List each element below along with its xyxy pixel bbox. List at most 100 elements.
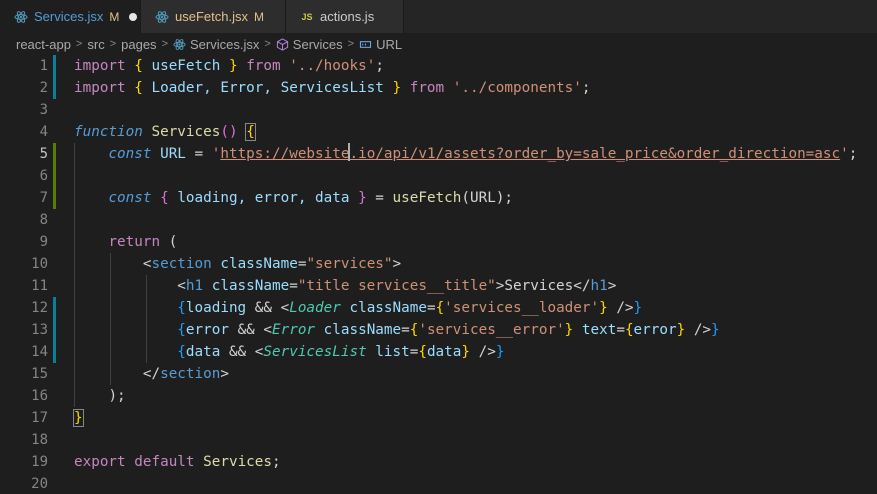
operator: = [289, 278, 298, 294]
breadcrumb-item-pages[interactable]: pages [121, 37, 156, 52]
line-number: 20 [31, 476, 48, 492]
git-modified-marker[interactable] [53, 297, 56, 363]
line-number: 12 [31, 300, 48, 316]
brace: } [711, 322, 720, 338]
tab-services-jsx[interactable]: Services.jsx M [0, 0, 141, 33]
breadcrumb-item-react-app[interactable]: react-app [16, 37, 71, 52]
line-number: 14 [31, 344, 48, 360]
modified-status: M [109, 9, 120, 24]
js-icon: JS [301, 11, 313, 22]
breadcrumb-item-file[interactable]: Services.jsx [190, 37, 259, 52]
angle-bracket: </ [573, 278, 591, 294]
jsx-component: ServicesList [263, 344, 367, 360]
operator: = [426, 300, 436, 316]
angle-bracket: </ [142, 366, 161, 382]
brace: { [177, 344, 186, 360]
keyword: export [74, 454, 126, 470]
brace: { [134, 80, 143, 96]
code-line-11: <h1 className="title services__title">Se… [74, 275, 616, 297]
breadcrumb-item-src[interactable]: src [87, 37, 104, 52]
code-line-13: {error && <Error className={'services__e… [74, 319, 720, 341]
react-icon [173, 38, 186, 51]
brace: } [676, 322, 686, 338]
code-line-17: } [73, 407, 84, 429]
jsx-attribute: className [220, 256, 298, 272]
tab-label: actions.js [320, 9, 375, 24]
code-line-16: ); [74, 385, 126, 407]
code-line-5: const URL = ' https://website.io/api/v1/a… [74, 143, 857, 165]
unsaved-dot-icon[interactable] [129, 12, 138, 21]
tab-usefetch-jsx[interactable]: useFetch.jsx M [141, 0, 286, 33]
brace: { [134, 58, 143, 74]
chevron-right-icon: > [161, 38, 168, 50]
angle-bracket: /> [693, 322, 712, 338]
brace: { [624, 322, 634, 338]
angle-bracket: > [220, 366, 229, 382]
jsx-component: Loader [289, 300, 341, 316]
jsx-component: Error [272, 322, 316, 338]
operator: = [375, 190, 384, 206]
breadcrumb-item-function[interactable]: Services [293, 37, 343, 52]
identifier: error [633, 322, 677, 338]
react-icon [14, 10, 28, 24]
punctuation: ; [581, 80, 591, 96]
brace: { [418, 344, 427, 360]
operator: = [194, 146, 204, 162]
code-line-19: export default Services; [74, 451, 281, 473]
code-editor[interactable]: 1 2 3 4 5 6 7 8 9 10 11 12 13 14 15 16 1… [0, 55, 877, 494]
code-line-15: </section> [74, 363, 229, 385]
keyword: function [74, 124, 143, 140]
tab-label: Services.jsx [34, 9, 104, 24]
modified-status: M [253, 9, 264, 24]
operator: && [228, 344, 247, 360]
vscode-window: Services.jsx M useFetch.jsx M JS actions… [0, 0, 877, 494]
code-line-12: {loading && <Loader className={'services… [74, 297, 642, 319]
punctuation: ); [108, 388, 126, 404]
identifier: error [185, 322, 229, 338]
brace: { [177, 322, 186, 338]
tab-actions-js[interactable]: JS actions.js [286, 0, 404, 33]
operator: = [616, 322, 625, 338]
brace: } [564, 322, 574, 338]
paren: ( [168, 234, 178, 250]
url-link[interactable]: .io/api/v1/assets?order_by=sale_price&or… [349, 146, 840, 162]
url-link[interactable]: https://website [220, 146, 349, 162]
brace: } [228, 58, 238, 74]
operator: && [254, 300, 272, 316]
brace: { [160, 190, 169, 206]
code-line-2: import { Loader, Error, ServicesList } f… [74, 77, 591, 99]
jsx-text: Services [504, 278, 574, 294]
string: '../hooks' [289, 58, 376, 74]
string: '../components' [452, 80, 582, 96]
line-number: 6 [39, 168, 48, 184]
brace: } [599, 300, 608, 316]
code-line-10: <section className="services"> [74, 253, 401, 275]
line-number: 19 [31, 454, 48, 470]
code-line-14: {data && <ServicesList list={data} />} [74, 341, 504, 363]
line-number: 18 [31, 432, 48, 448]
line-number: 17 [31, 410, 48, 426]
editor-tab-bar: Services.jsx M useFetch.jsx M JS actions… [0, 0, 877, 33]
string: ' [840, 146, 849, 162]
angle-bracket: /> [616, 300, 634, 316]
symbol-variable-icon [359, 38, 372, 51]
jsx-attribute: className [323, 322, 402, 338]
brace: { [435, 300, 445, 316]
identifier: useFetch [151, 58, 221, 74]
line-number: 13 [31, 322, 48, 338]
git-added-marker[interactable] [53, 143, 56, 209]
line-number: 10 [31, 256, 48, 272]
arguments: (URL); [461, 190, 514, 206]
string: "services" [306, 256, 393, 272]
brace: { [245, 123, 256, 141]
git-modified-marker[interactable] [53, 55, 56, 99]
breadcrumb-item-variable[interactable]: URL [376, 37, 402, 52]
code-line-9: return ( [74, 231, 177, 253]
keyword: const [108, 190, 152, 206]
keyword: import [74, 80, 126, 96]
line-number: 4 [39, 124, 48, 140]
brace: } [461, 344, 470, 360]
string: 'services__error' [418, 322, 565, 338]
operator: && [237, 322, 255, 338]
chevron-right-icon: > [75, 38, 83, 50]
